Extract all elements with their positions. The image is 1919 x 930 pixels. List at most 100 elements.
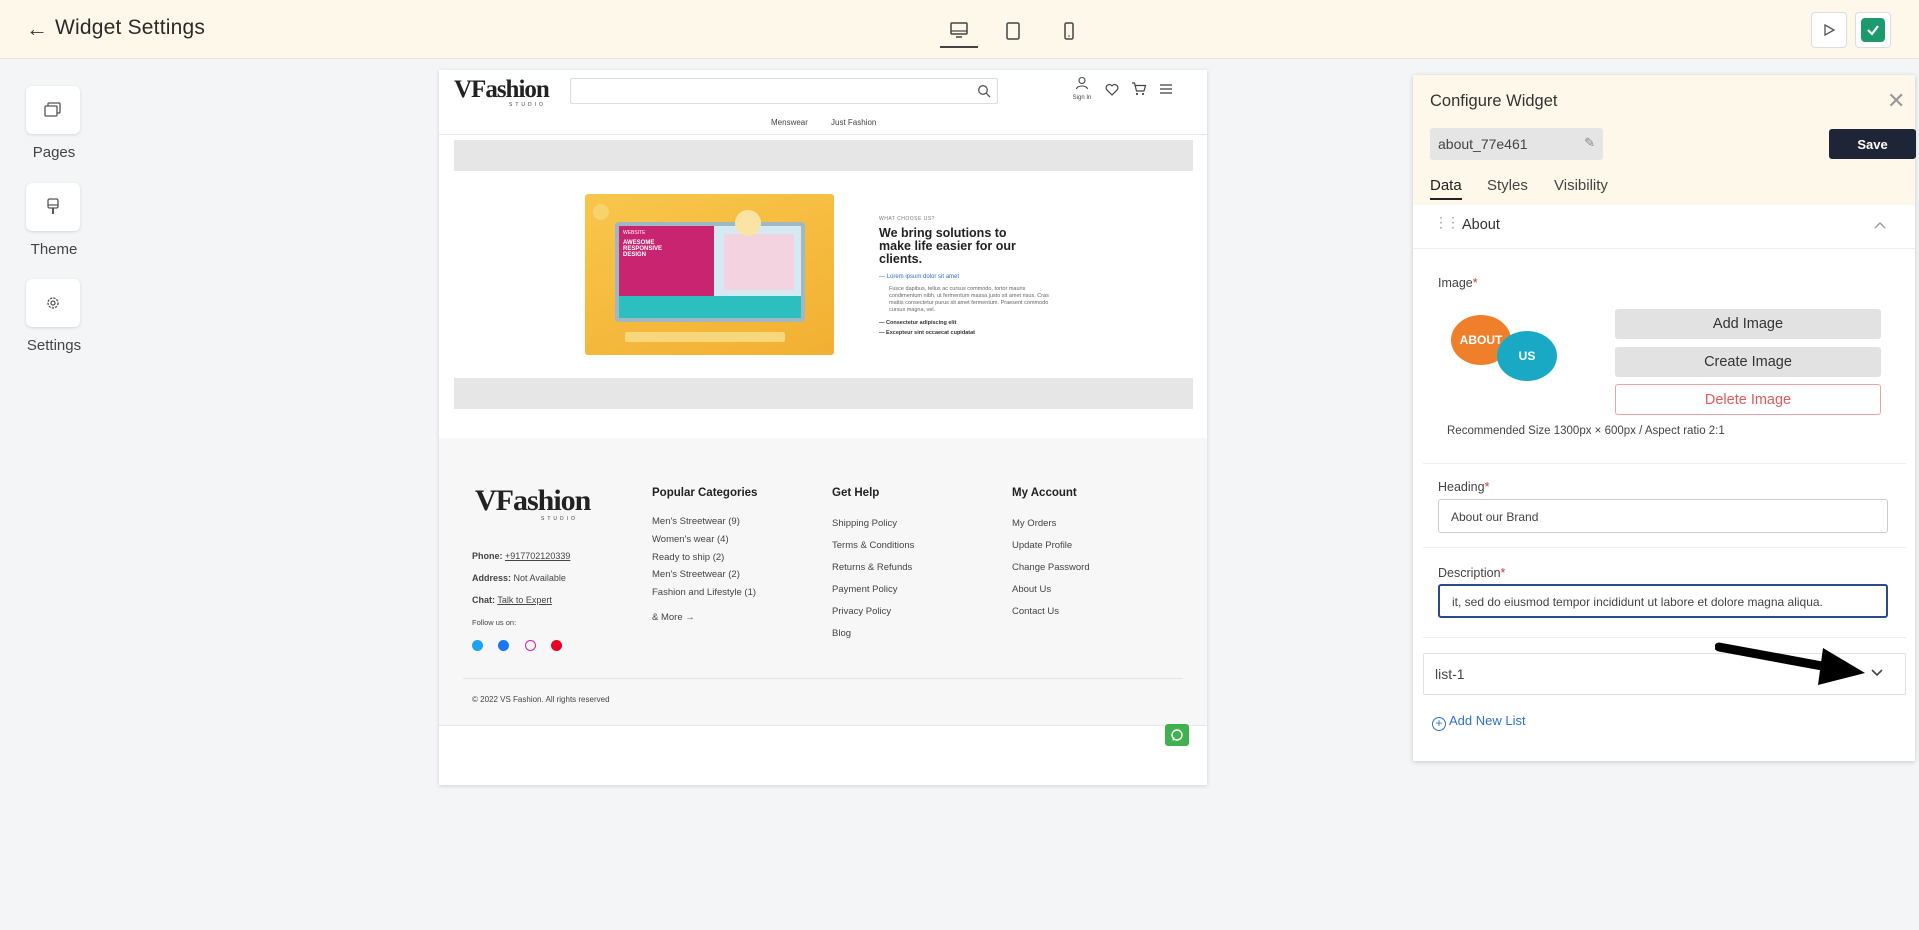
footer-divider: [463, 678, 1183, 679]
cart-icon[interactable]: [1131, 82, 1147, 96]
user-icon: [1075, 76, 1089, 90]
nav-link-menswear[interactable]: Menswear: [771, 118, 808, 127]
description-label: Description*: [1438, 566, 1505, 580]
site-search-input[interactable]: [570, 78, 998, 104]
chat-link[interactable]: Talk to Expert: [497, 595, 552, 605]
instagram-icon[interactable]: [525, 640, 536, 651]
drag-handle-icon[interactable]: ⋮⋮: [1434, 214, 1460, 231]
save-button[interactable]: Save: [1829, 129, 1916, 159]
site-logo-sub: STUDIO: [509, 102, 546, 108]
whatsapp-button[interactable]: [1165, 724, 1189, 746]
footer-link[interactable]: Update Profile: [1012, 540, 1072, 551]
footer-col-title: My Account: [1012, 487, 1077, 499]
tab-styles[interactable]: Styles: [1487, 177, 1528, 194]
sidebar-item-settings[interactable]: Settings: [26, 279, 82, 354]
desktop-view-button[interactable]: [940, 14, 978, 48]
address-label: Address:: [472, 573, 512, 583]
blossom-photo: [724, 234, 794, 290]
divider: [1423, 463, 1906, 464]
required-mark: *: [1484, 480, 1490, 494]
pinterest-icon[interactable]: [551, 640, 562, 651]
preview-play-button[interactable]: [1811, 12, 1847, 48]
decor-bubble: [735, 210, 761, 236]
sidebar-item-pages-box: [26, 86, 80, 134]
sidebar-item-label: Pages: [32, 144, 76, 161]
site-logo[interactable]: VFashion: [454, 76, 550, 104]
footer-logo: VFashion: [475, 484, 591, 517]
footer-bottom-line: [439, 725, 1207, 726]
follow-label: Follow us on:: [472, 618, 517, 627]
confirm-button[interactable]: [1855, 12, 1891, 48]
sign-in-link[interactable]: Sign In: [1068, 76, 1096, 101]
footer-link[interactable]: Women's wear (4): [652, 534, 729, 545]
delete-image-button[interactable]: Delete Image: [1615, 384, 1881, 415]
about-link[interactable]: — Lorem ipsum dolor sit amet: [879, 274, 1079, 280]
facebook-icon[interactable]: [498, 640, 509, 651]
heading-label-text: Heading: [1438, 480, 1485, 494]
tablet-view-button[interactable]: [994, 14, 1032, 48]
nav-link-just-fashion[interactable]: Just Fashion: [831, 118, 876, 127]
footer-link[interactable]: Fashion and Lifestyle (1): [652, 587, 756, 598]
footer-more-text: & More: [652, 612, 683, 623]
list-item-label: list-1: [1435, 666, 1465, 682]
footer-link[interactable]: About Us: [1012, 584, 1051, 595]
description-input[interactable]: it, sed do eiusmod tempor incididunt ut …: [1438, 584, 1888, 618]
copyright: © 2022 VS Fashion. All rights reserved: [472, 695, 610, 704]
sidebar-item-pages[interactable]: Pages: [26, 86, 82, 161]
keyboard-shape: [625, 332, 785, 342]
footer-link[interactable]: Men's Streetwear (9): [652, 516, 740, 527]
about-section-header[interactable]: ⋮⋮ About: [1413, 205, 1915, 249]
footer-link[interactable]: Privacy Policy: [832, 606, 891, 617]
chevron-up-icon[interactable]: [1873, 220, 1887, 230]
top-bar: ← Widget Settings: [0, 0, 1919, 59]
monitor-teal-bar: [619, 296, 801, 318]
footer-link[interactable]: Payment Policy: [832, 584, 897, 595]
heading-input[interactable]: About our Brand: [1438, 499, 1888, 533]
about-bullet-text: Excepteur sint occaecat cupidatat: [886, 330, 975, 336]
add-new-list-button[interactable]: + Add New List: [1432, 713, 1526, 731]
footer-address: Address: Not Available: [472, 573, 566, 583]
footer-link[interactable]: My Orders: [1012, 518, 1056, 529]
tab-data[interactable]: Data: [1430, 177, 1462, 200]
widget-id-field[interactable]: about_77e461 ✎: [1430, 128, 1603, 160]
footer-more-link[interactable]: & More →: [652, 612, 695, 623]
monitor-pink-panel: WEBSITE AWESOME RESPONSIVE DESIGN: [619, 226, 714, 296]
back-arrow-icon[interactable]: ←: [26, 17, 48, 41]
footer-link[interactable]: Men's Streetwear (2): [652, 569, 740, 580]
website-preview: VFashion STUDIO Sign In Menswear Just Fa…: [439, 70, 1207, 785]
panel-header: Configure Widget ✕ about_77e461 ✎ Save D…: [1413, 75, 1916, 205]
create-image-button[interactable]: Create Image: [1615, 347, 1881, 377]
footer-link[interactable]: Returns & Refunds: [832, 562, 912, 573]
phone-link[interactable]: +917702120339: [505, 551, 570, 561]
footer-link[interactable]: Terms & Conditions: [832, 540, 914, 551]
footer-link[interactable]: Ready to ship (2): [652, 552, 724, 563]
pencil-icon[interactable]: ✎: [1584, 135, 1595, 151]
decor-bubble: [593, 204, 609, 220]
footer-link[interactable]: Contact Us: [1012, 606, 1059, 617]
footer-link[interactable]: Shipping Policy: [832, 518, 897, 529]
footer-link[interactable]: Change Password: [1012, 562, 1090, 573]
hamburger-menu-icon[interactable]: [1159, 83, 1173, 95]
image-caption-website: WEBSITE: [623, 230, 646, 236]
divider: [1423, 547, 1906, 548]
heading-label: Heading*: [1438, 480, 1489, 494]
plus-circle-icon: +: [1432, 717, 1446, 731]
site-footer: VFashion STUDIO Phone: +917702120339 Add…: [439, 438, 1207, 725]
about-bullet-text: Consectetur adipiscing elit: [886, 320, 957, 326]
image-caption-design: AWESOME RESPONSIVE DESIGN: [623, 240, 663, 258]
close-icon[interactable]: ✕: [1887, 88, 1905, 114]
footer-link[interactable]: Blog: [832, 628, 851, 639]
tab-visibility[interactable]: Visibility: [1554, 177, 1608, 194]
heart-icon[interactable]: [1105, 83, 1119, 96]
mobile-view-button[interactable]: [1050, 14, 1088, 48]
twitter-icon[interactable]: [472, 640, 483, 651]
add-image-button[interactable]: Add Image: [1615, 309, 1881, 339]
sidebar-item-settings-box: [26, 279, 80, 327]
image-thumbnail: ABOUT US: [1451, 307, 1567, 397]
placeholder-strip-top: [454, 140, 1193, 171]
sidebar-item-theme[interactable]: Theme: [26, 183, 82, 258]
address-value: Not Available: [513, 573, 566, 583]
gear-icon: [47, 297, 59, 309]
footer-chat: Chat: Talk to Expert: [472, 595, 552, 605]
description-label-text: Description: [1438, 566, 1501, 580]
